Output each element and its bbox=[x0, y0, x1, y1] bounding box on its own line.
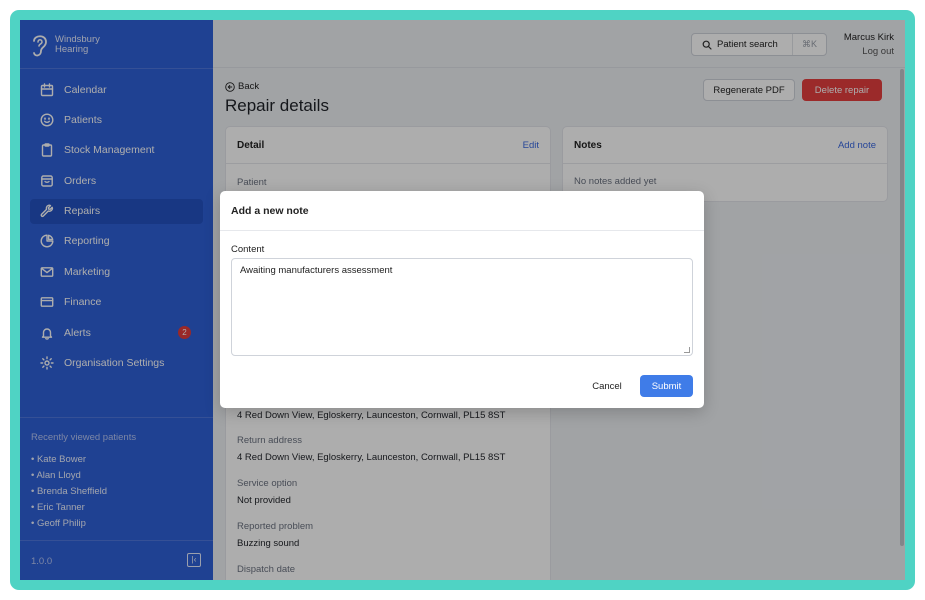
content-label: Content bbox=[231, 244, 265, 255]
modal-title: Add a new note bbox=[220, 191, 704, 231]
note-content-text: Awaiting manufacturers assessment bbox=[240, 265, 393, 276]
cancel-button[interactable]: Cancel bbox=[584, 375, 630, 397]
submit-button[interactable]: Submit bbox=[640, 375, 693, 397]
note-content-textarea[interactable]: Awaiting manufacturers assessment bbox=[231, 258, 693, 356]
add-note-modal: Add a new note Content Awaiting manufact… bbox=[220, 191, 704, 408]
resize-handle-icon[interactable] bbox=[684, 347, 690, 353]
app-window: Windsbury Hearing Calendar Patients Stoc… bbox=[20, 20, 905, 580]
